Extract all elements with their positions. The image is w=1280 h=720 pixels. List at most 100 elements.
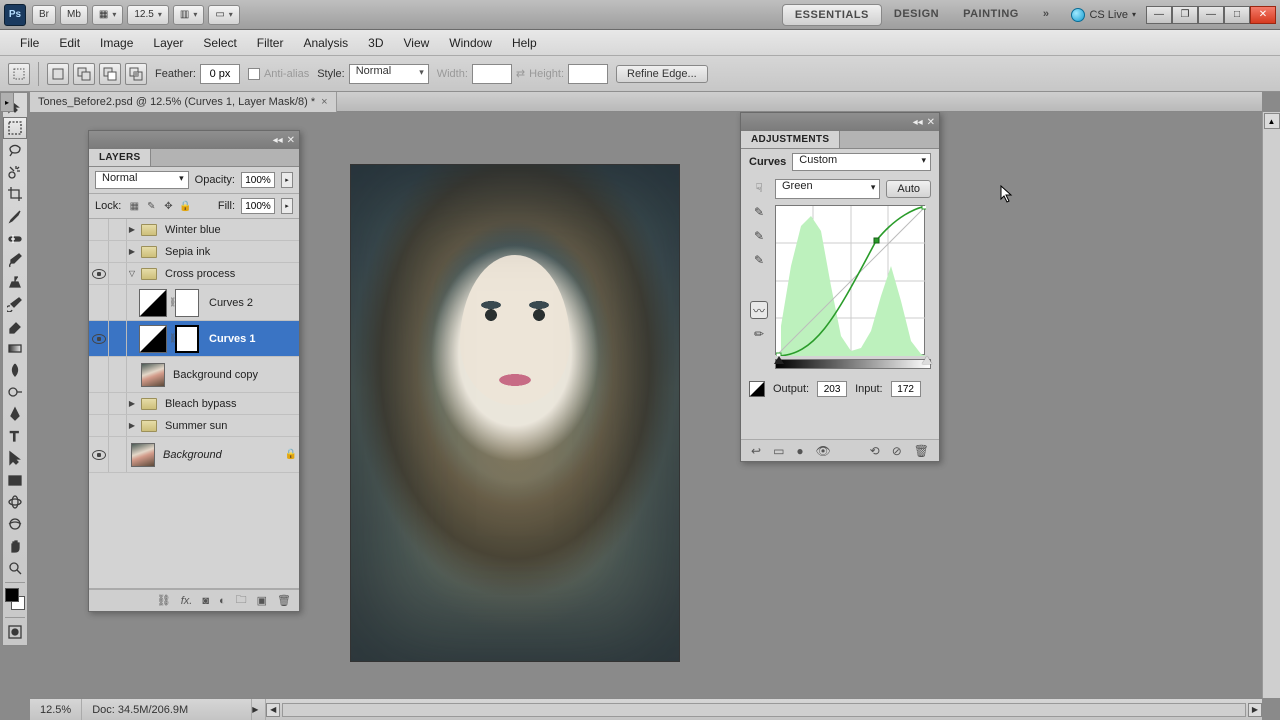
expand-icon[interactable]: ▶ xyxy=(127,225,137,234)
lock-transparency-icon[interactable]: ▦ xyxy=(127,199,141,213)
menu-3d[interactable]: 3D xyxy=(358,32,393,54)
refine-edge-button[interactable]: Refine Edge... xyxy=(616,65,708,83)
window-minimize2-button[interactable]: — xyxy=(1198,6,1224,24)
clone-stamp-tool[interactable] xyxy=(3,271,27,293)
cs-live-dropdown[interactable]: CS Live ▾ xyxy=(1071,8,1136,22)
status-flyout-icon[interactable]: ▶ xyxy=(252,705,258,714)
zoom-level-dropdown[interactable]: 12.5 xyxy=(127,5,168,25)
menu-help[interactable]: Help xyxy=(502,32,547,54)
visibility-toggle[interactable] xyxy=(89,393,109,414)
layer-group-cross-process[interactable]: ▽ Cross process xyxy=(89,263,299,285)
screen-mode-dropdown[interactable]: ▭ xyxy=(208,5,239,25)
black-point-eyedropper-icon[interactable]: ✎ xyxy=(750,203,768,221)
canvas-area[interactable]: ◂◂✕ LAYERS Normal Opacity: ▸ Lock: ▦ ✎ ✥… xyxy=(30,112,1262,698)
menu-layer[interactable]: Layer xyxy=(143,32,193,54)
curve-edit-mode-icon[interactable]: 〰 xyxy=(750,301,768,319)
menu-edit[interactable]: Edit xyxy=(49,32,90,54)
delete-layer-icon[interactable]: 🗑 xyxy=(277,594,291,607)
reset-icon[interactable]: ⊘ xyxy=(892,444,902,458)
marquee-tool[interactable] xyxy=(3,117,27,139)
quick-selection-tool[interactable] xyxy=(3,161,27,183)
adjustment-preset-select[interactable]: Custom xyxy=(792,153,931,171)
workspace-more-icon[interactable]: » xyxy=(1031,4,1062,26)
layer-mask-thumb[interactable] xyxy=(175,325,199,353)
visibility-toggle[interactable] xyxy=(89,415,109,436)
visibility-toggle[interactable] xyxy=(89,219,109,240)
opacity-input[interactable] xyxy=(241,172,275,188)
panel-titlebar[interactable]: ◂◂✕ xyxy=(89,131,299,149)
minibridge-button[interactable]: Mb xyxy=(60,5,88,25)
workspace-painting[interactable]: PAINTING xyxy=(951,4,1031,26)
close-tab-icon[interactable]: × xyxy=(321,96,327,108)
menu-select[interactable]: Select xyxy=(193,32,246,54)
healing-brush-tool[interactable] xyxy=(3,227,27,249)
close-panel-icon[interactable]: ✕ xyxy=(287,135,295,146)
lock-pixels-icon[interactable]: ✎ xyxy=(144,199,158,213)
collapse-icon[interactable]: ◂◂ xyxy=(913,117,923,128)
curves-graph[interactable] xyxy=(775,205,925,355)
menu-window[interactable]: Window xyxy=(439,32,502,54)
layer-background-copy[interactable]: ▶ Background copy xyxy=(89,357,299,393)
eyedropper-tool[interactable] xyxy=(3,205,27,227)
selection-intersect-icon[interactable] xyxy=(125,63,147,85)
vertical-scrollbar[interactable]: ▲ xyxy=(1262,112,1280,698)
3d-rotate-tool[interactable] xyxy=(3,491,27,513)
style-select[interactable]: Normal xyxy=(349,64,429,84)
toggle-visibility-icon[interactable]: 👁 xyxy=(816,444,831,458)
fill-flyout-icon[interactable]: ▸ xyxy=(281,198,293,214)
blur-tool[interactable] xyxy=(3,359,27,381)
layer-curves-1[interactable]: ▶ ⛓ Curves 1 xyxy=(89,321,299,357)
arrange-documents-dropdown[interactable]: ▥ xyxy=(173,5,204,25)
fill-input[interactable] xyxy=(241,198,275,214)
3d-orbit-tool[interactable] xyxy=(3,513,27,535)
delete-adjustment-icon[interactable]: 🗑 xyxy=(914,444,929,458)
white-point-eyedropper-icon[interactable]: ✎ xyxy=(750,251,768,269)
menu-file[interactable]: File xyxy=(10,32,49,54)
horizontal-scrollbar[interactable] xyxy=(282,703,1246,717)
blend-mode-select[interactable]: Normal xyxy=(95,171,189,189)
type-tool[interactable]: T xyxy=(3,425,27,447)
panel-titlebar[interactable]: ◂◂✕ xyxy=(741,113,939,131)
window-minimize-button[interactable]: — xyxy=(1146,6,1172,24)
layer-mask-icon[interactable]: ◙ xyxy=(202,595,209,607)
gray-point-eyedropper-icon[interactable]: ✎ xyxy=(750,227,768,245)
visibility-toggle[interactable] xyxy=(89,241,109,262)
clip-to-layer-icon[interactable]: ● xyxy=(796,444,803,458)
input-input[interactable] xyxy=(891,381,921,397)
layer-group-winter-blue[interactable]: ▶ Winter blue xyxy=(89,219,299,241)
adjustments-tab[interactable]: ADJUSTMENTS xyxy=(741,131,840,148)
crop-tool[interactable] xyxy=(3,183,27,205)
window-close-button[interactable]: ✕ xyxy=(1250,6,1276,24)
collapse-icon[interactable]: ▽ xyxy=(127,269,137,278)
layer-mask-thumb[interactable] xyxy=(175,289,199,317)
brush-tool[interactable] xyxy=(3,249,27,271)
curve-draw-mode-icon[interactable]: ✏ xyxy=(750,325,768,343)
zoom-status[interactable]: 12.5% xyxy=(30,699,82,720)
selection-add-icon[interactable] xyxy=(73,63,95,85)
bridge-button[interactable]: Br xyxy=(32,5,56,25)
menu-view[interactable]: View xyxy=(393,32,439,54)
output-input[interactable] xyxy=(817,381,847,397)
input-gradient-strip[interactable] xyxy=(775,359,931,369)
path-selection-tool[interactable] xyxy=(3,447,27,469)
window-maximize-button[interactable]: □ xyxy=(1224,6,1250,24)
expand-icon[interactable]: ▶ xyxy=(127,421,137,430)
window-restore-button[interactable]: ❐ xyxy=(1172,6,1198,24)
lock-position-icon[interactable]: ✥ xyxy=(161,199,175,213)
new-layer-icon[interactable]: ▣ xyxy=(257,594,267,607)
menu-image[interactable]: Image xyxy=(90,32,143,54)
expand-panels-icon[interactable]: ▸ xyxy=(0,92,14,112)
selection-subtract-icon[interactable] xyxy=(99,63,121,85)
selection-new-icon[interactable] xyxy=(47,63,69,85)
rectangle-tool[interactable] xyxy=(3,469,27,491)
layer-group-sepia-ink[interactable]: ▶ Sepia ink xyxy=(89,241,299,263)
auto-button[interactable]: Auto xyxy=(886,180,931,198)
history-brush-tool[interactable] xyxy=(3,293,27,315)
feather-input[interactable] xyxy=(200,64,240,84)
workspace-design[interactable]: DESIGN xyxy=(882,4,951,26)
document-tab[interactable]: Tones_Before2.psd @ 12.5% (Curves 1, Lay… xyxy=(30,92,337,112)
expand-icon[interactable]: ▶ xyxy=(127,247,137,256)
visibility-toggle[interactable] xyxy=(89,321,109,356)
view-extras-dropdown[interactable]: ▦ xyxy=(92,5,123,25)
lock-all-icon[interactable]: 🔒 xyxy=(178,199,192,213)
